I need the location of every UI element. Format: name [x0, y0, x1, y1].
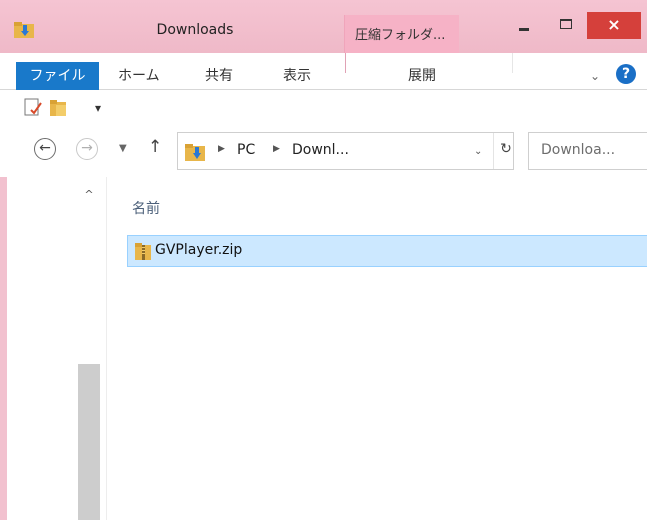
search-input[interactable]: Downloa...: [528, 132, 647, 170]
tab-extract[interactable]: 展開: [408, 62, 436, 90]
quick-access-toolbar: ▾: [0, 90, 647, 125]
close-button[interactable]: ×: [587, 12, 641, 39]
close-icon: ×: [607, 15, 621, 34]
tab-view[interactable]: 表示: [283, 62, 311, 90]
breadcrumb-pc[interactable]: PC: [237, 142, 255, 158]
search-placeholder: Downloa...: [541, 142, 616, 158]
address-bar[interactable]: ▶ PC ▶ Downl... ⌄ ↻: [177, 132, 514, 170]
up-arrow-icon[interactable]: ↑: [148, 137, 162, 157]
minimize-button[interactable]: [503, 12, 545, 39]
back-arrow-icon[interactable]: ←: [34, 138, 56, 160]
breadcrumb-separator-icon[interactable]: ▶: [218, 144, 225, 154]
ribbon-tabs: ファイル ホーム 共有 表示 展開 ⌄ ?: [0, 53, 647, 90]
ribbon-divider: [512, 53, 513, 73]
context-tab-label: 圧縮フォルダ...: [355, 28, 446, 43]
column-header-name[interactable]: 名前: [132, 198, 160, 218]
window-frame-left: [0, 177, 7, 520]
maximize-button[interactable]: [545, 12, 587, 39]
recent-locations-dropdown[interactable]: ▼: [119, 143, 127, 154]
customize-toolbar-dropdown[interactable]: ▾: [95, 101, 101, 115]
properties-icon[interactable]: [24, 98, 42, 116]
chevron-down-icon[interactable]: ⌄: [590, 69, 600, 83]
new-folder-icon[interactable]: [50, 99, 72, 116]
help-icon[interactable]: ?: [616, 64, 636, 84]
minimize-icon: [519, 28, 529, 31]
file-list[interactable]: [107, 177, 647, 520]
address-divider: [493, 133, 494, 169]
forward-arrow-icon[interactable]: →: [76, 138, 98, 160]
tab-home[interactable]: ホーム: [118, 62, 160, 90]
file-name: GVPlayer.zip: [155, 242, 243, 258]
tab-file[interactable]: ファイル: [16, 62, 99, 90]
scrollbar-thumb[interactable]: [78, 364, 100, 520]
maximize-icon: [560, 19, 572, 29]
address-history-dropdown[interactable]: ⌄: [474, 146, 482, 157]
zip-folder-icon: [135, 243, 151, 260]
breadcrumb-downloads[interactable]: Downl...: [292, 142, 349, 158]
navigation-bar: ← → ▼ ↑ ▶ PC ▶ Downl... ⌄ ↻ Downloa...: [0, 125, 647, 177]
list-item[interactable]: GVPlayer.zip: [127, 235, 647, 267]
folder-download-icon: [185, 144, 205, 161]
tab-share[interactable]: 共有: [205, 62, 233, 90]
breadcrumb-separator-icon[interactable]: ▶: [273, 144, 280, 154]
refresh-icon[interactable]: ↻: [498, 141, 514, 157]
window-title: Downloads: [156, 22, 234, 38]
ribbon-divider: [345, 53, 346, 73]
scroll-up-icon[interactable]: ^: [80, 188, 98, 201]
